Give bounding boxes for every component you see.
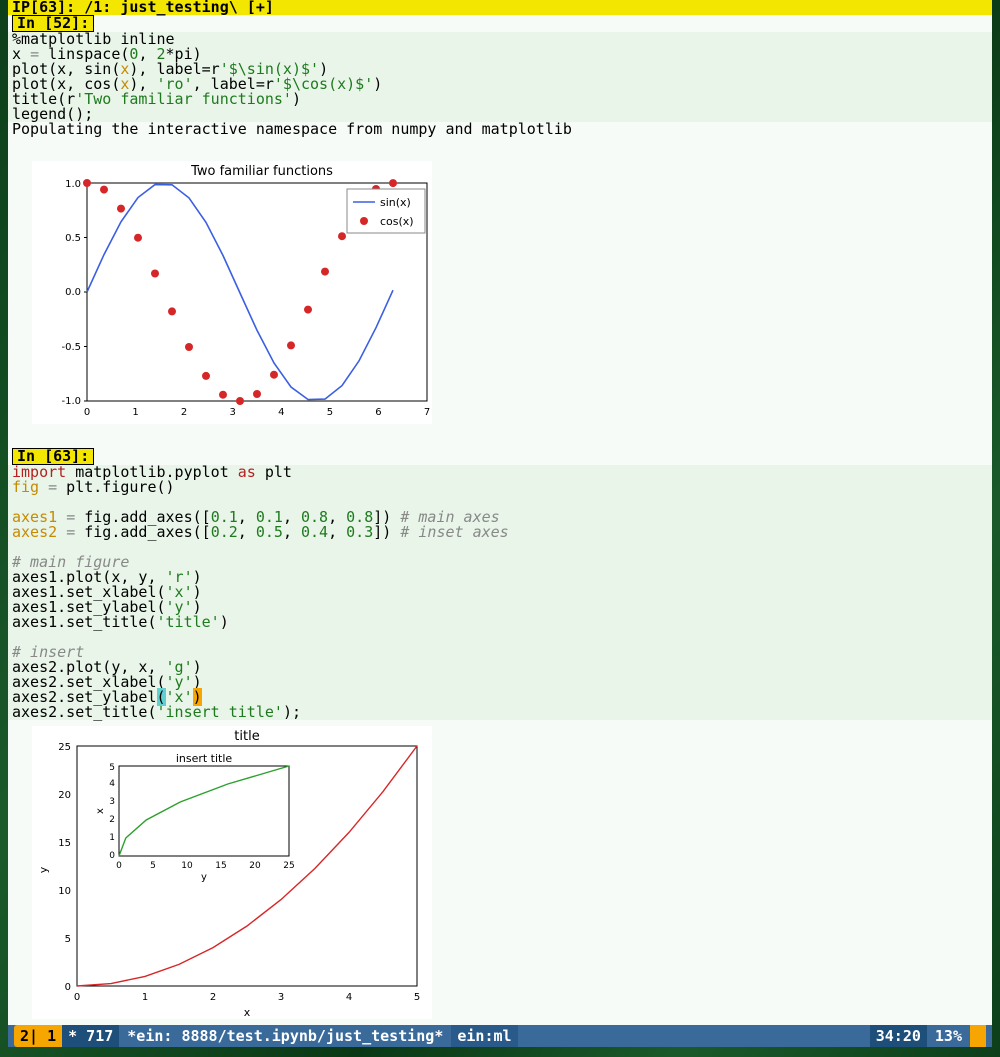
svg-text:2: 2 (109, 815, 115, 825)
svg-text:cos(x): cos(x) (380, 215, 414, 228)
svg-text:1: 1 (109, 833, 115, 843)
svg-text:5: 5 (65, 934, 71, 945)
svg-text:1.0: 1.0 (65, 179, 81, 190)
svg-text:title: title (234, 729, 259, 744)
svg-text:2: 2 (210, 992, 216, 1003)
svg-text:7: 7 (424, 407, 430, 418)
svg-text:15: 15 (58, 838, 71, 849)
svg-text:sin(x): sin(x) (380, 196, 411, 209)
svg-text:3: 3 (278, 992, 284, 1003)
svg-text:-1.0: -1.0 (61, 396, 81, 407)
svg-text:0: 0 (109, 851, 115, 861)
modeline-end-icon (970, 1025, 986, 1047)
svg-text:5: 5 (109, 763, 115, 773)
svg-text:Two familiar functions: Two familiar functions (190, 164, 333, 179)
svg-text:x: x (244, 1006, 251, 1016)
svg-text:25: 25 (283, 861, 294, 871)
svg-text:15: 15 (215, 861, 226, 871)
svg-text:25: 25 (58, 742, 71, 753)
title-bar: IP[63]: /1: just_testing\ [+] (8, 0, 992, 15)
svg-text:6: 6 (375, 407, 381, 418)
svg-text:1: 1 (132, 407, 138, 418)
svg-text:0.5: 0.5 (65, 233, 81, 244)
code-cell[interactable]: %matplotlib inline x = linspace(0, 2*pi)… (8, 32, 992, 122)
svg-text:3: 3 (230, 407, 236, 418)
modeline-buffer: *ein: 8888/test.ipynb/just_testing* (119, 1029, 451, 1044)
svg-text:0: 0 (74, 992, 80, 1003)
svg-text:20: 20 (58, 790, 71, 801)
svg-text:5: 5 (150, 861, 156, 871)
svg-text:-0.5: -0.5 (61, 342, 81, 353)
svg-text:10: 10 (181, 861, 193, 871)
svg-text:10: 10 (58, 886, 71, 897)
cell-output-text: Populating the interactive namespace fro… (8, 122, 992, 137)
svg-text:3: 3 (109, 797, 115, 807)
svg-text:2: 2 (181, 407, 187, 418)
svg-text:y: y (201, 872, 207, 883)
svg-text:5: 5 (414, 992, 420, 1003)
editor[interactable]: IP[63]: /1: just_testing\ [+] In [52]: %… (8, 0, 992, 1047)
svg-text:5: 5 (327, 407, 333, 418)
plot-output: Two familiar functions 1.0 0.5 0.0 -0.5 … (32, 161, 432, 424)
svg-text:y: y (37, 866, 50, 873)
modeline-mode: ein:ml (451, 1025, 517, 1047)
modeline-position: 34:20 (870, 1025, 927, 1047)
svg-text:0: 0 (116, 861, 122, 871)
mode-line: 2| 1 * 717 *ein: 8888/test.ipynb/just_te… (8, 1025, 992, 1047)
modeline-percent: 13% (927, 1029, 970, 1044)
svg-text:0: 0 (65, 982, 71, 993)
svg-text:4: 4 (346, 992, 352, 1003)
svg-text:x: x (95, 808, 106, 814)
svg-text:1: 1 (142, 992, 148, 1003)
svg-text:0: 0 (84, 407, 90, 418)
modeline-workspace: 2| 1 (14, 1025, 62, 1047)
svg-text:4: 4 (109, 779, 115, 789)
svg-text:4: 4 (278, 407, 284, 418)
plot-output: title 0 5 10 15 20 25 y 0 1 2 3 (32, 726, 432, 1019)
modeline-line-count: * 717 (62, 1025, 119, 1047)
svg-text:20: 20 (249, 861, 261, 871)
svg-text:insert title: insert title (176, 752, 233, 765)
code-cell[interactable]: import matplotlib.pyplot as plt fig = pl… (8, 465, 992, 720)
svg-text:0.0: 0.0 (65, 287, 81, 298)
